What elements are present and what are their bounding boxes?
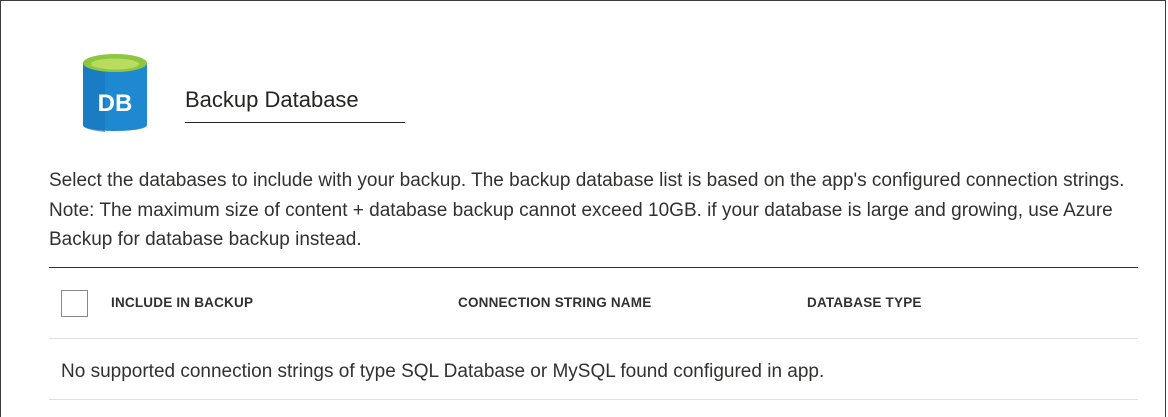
database-icon-text: DB bbox=[98, 90, 133, 117]
backup-description: Select the databases to include with you… bbox=[49, 170, 1125, 250]
column-header-database-type: DATABASE TYPE bbox=[807, 295, 922, 310]
table-header-divider bbox=[49, 338, 1138, 339]
table-bottom-divider bbox=[49, 399, 1138, 400]
empty-table-message: No supported connection strings of type … bbox=[61, 361, 825, 382]
panel-frame: DB Backup Database Select the databases … bbox=[0, 0, 1166, 417]
column-header-include-in-backup: INCLUDE IN BACKUP bbox=[111, 295, 254, 310]
table-header-row: INCLUDE IN BACKUP CONNECTION STRING NAME… bbox=[49, 268, 1138, 338]
title-underline bbox=[185, 122, 405, 123]
section-title: Backup Database bbox=[185, 87, 359, 112]
database-icon: DB bbox=[81, 53, 149, 137]
select-all-checkbox[interactable] bbox=[61, 290, 88, 317]
column-header-connection-string-name: CONNECTION STRING NAME bbox=[458, 295, 652, 310]
